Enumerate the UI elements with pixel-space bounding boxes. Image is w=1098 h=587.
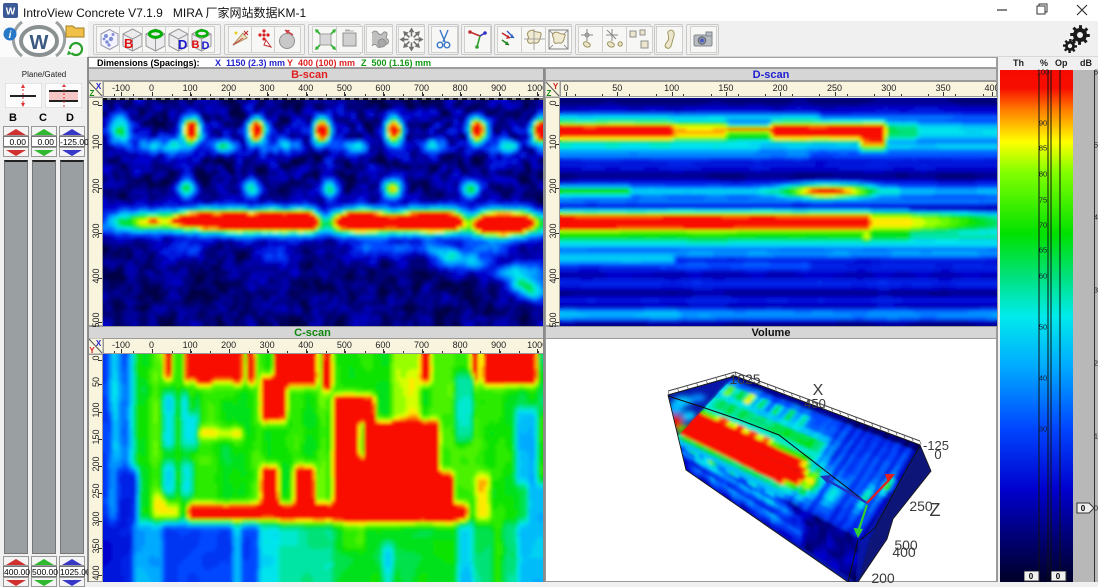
svg-text:Y: Y bbox=[553, 82, 559, 91]
svg-text:0: 0 bbox=[1056, 572, 1061, 581]
svg-text:W: W bbox=[6, 7, 16, 18]
svg-text:Z: Z bbox=[90, 89, 95, 97]
svg-text:Z: Z bbox=[547, 89, 552, 97]
svg-text:0: 0 bbox=[1081, 504, 1086, 513]
svg-text:X: X bbox=[96, 82, 102, 91]
svg-text:Y: Y bbox=[89, 346, 95, 354]
svg-text:0: 0 bbox=[1029, 572, 1034, 581]
svg-text:X: X bbox=[96, 339, 102, 348]
